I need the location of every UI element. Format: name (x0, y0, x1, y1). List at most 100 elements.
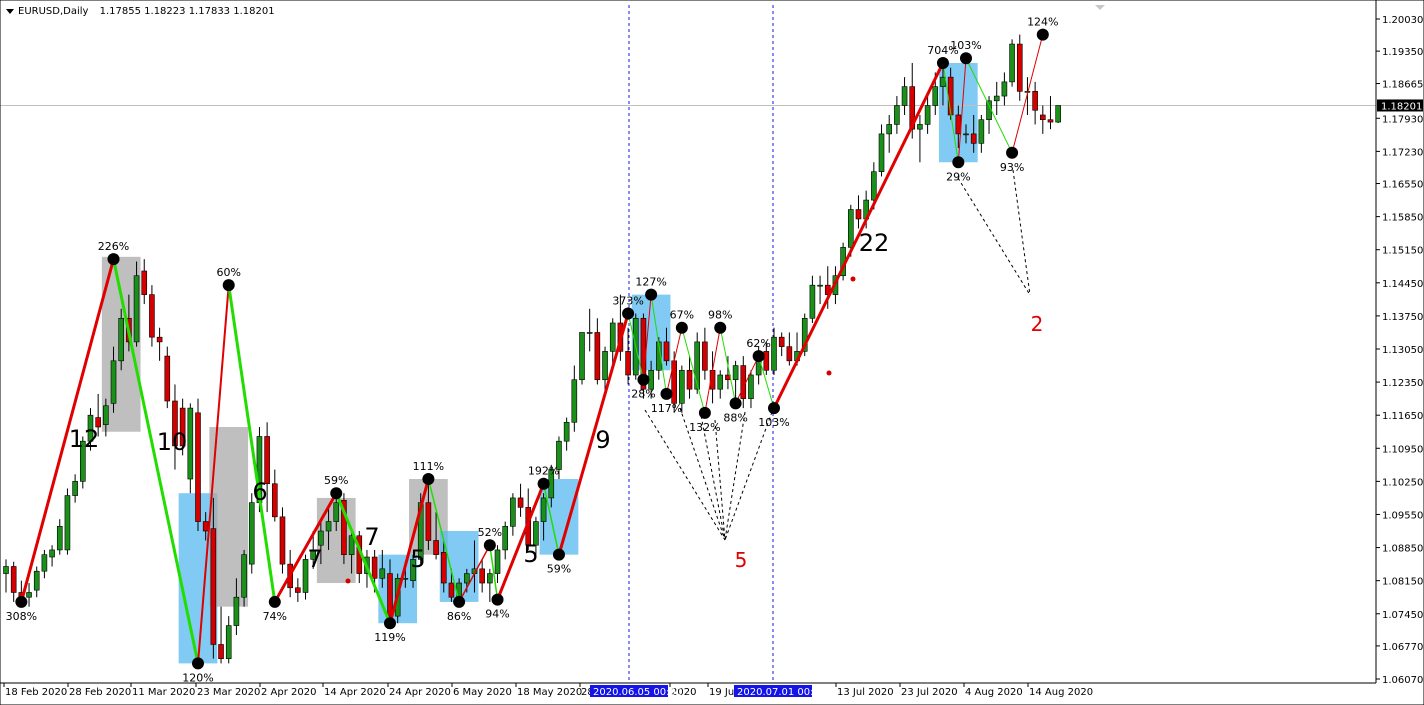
y-tick-label: 1.06770 (1382, 642, 1423, 653)
candle-body (26, 592, 32, 598)
pivot-label: 117% (651, 402, 682, 415)
candle-body (49, 549, 55, 558)
pivot-label: 67% (670, 309, 694, 322)
y-tick-label: 1.12350 (1382, 378, 1423, 389)
pivot-label: 86% (447, 610, 471, 623)
candle-body (1016, 43, 1023, 92)
y-tick-label: 1.08850 (1382, 544, 1423, 555)
candle-body (479, 568, 485, 584)
y-tick-label: 1.15150 (1382, 246, 1423, 257)
x-tick-label: 11 Mar 2020 (132, 687, 195, 698)
candle-body (963, 133, 969, 136)
candle-body (748, 374, 754, 399)
pivot-marker (483, 539, 496, 552)
candle-body (64, 495, 71, 551)
candle-body (348, 535, 355, 555)
y-tick-label: 1.11650 (1382, 411, 1423, 422)
y-tick-label: 1.13750 (1382, 312, 1423, 323)
pivot-marker (660, 387, 673, 400)
wave-count: 6 (252, 478, 267, 506)
pivot-marker (552, 548, 565, 561)
wave-count: 12 (69, 425, 100, 453)
candle-body (871, 171, 877, 201)
annotation-number: 2 (1031, 312, 1044, 336)
candle-body (717, 374, 724, 390)
candle-body (924, 105, 931, 125)
candle-body (210, 528, 217, 645)
candle-body (602, 351, 608, 381)
x-tick-label: 2 Apr 2020 (261, 687, 316, 698)
pivot-marker (936, 56, 949, 69)
candle-body (1055, 105, 1061, 123)
candle-body (786, 346, 793, 362)
pivot-marker (268, 595, 281, 608)
candle-body (133, 275, 140, 343)
candle-body (940, 76, 946, 87)
pivot-marker (768, 402, 780, 415)
candle-body (1032, 91, 1038, 111)
candle-body (156, 336, 163, 343)
pivot-marker (222, 279, 235, 292)
candle-body (540, 497, 547, 522)
candle-body (1001, 81, 1008, 97)
candle-body (218, 644, 224, 659)
pivot-label: 59% (547, 563, 571, 576)
wave-count: 7 (307, 545, 322, 573)
candle-body (817, 284, 823, 287)
candle-body (463, 573, 470, 584)
x-tick-label: 23 Mar 2020 (197, 687, 260, 698)
chevron-down-icon[interactable] (6, 8, 14, 14)
candle-body (10, 566, 17, 593)
pivot-marker (1036, 28, 1049, 41)
candle-body (563, 421, 570, 442)
pivot-marker (675, 321, 688, 334)
y-tick-label: 1.19350 (1382, 47, 1423, 58)
candle-body (402, 577, 409, 580)
candle-body (387, 573, 393, 617)
x-tick-label: 23 Jul 2020 (901, 687, 958, 698)
pivot-marker (453, 595, 466, 608)
wave-count: 10 (157, 428, 188, 456)
symbol-header[interactable]: EURUSD,Daily 1.17855 1.18223 1.17833 1.1… (6, 6, 275, 17)
x-tick-label: 18 Feb 2020 (5, 687, 67, 698)
current-price-label: 1.18201 (1381, 101, 1422, 112)
candle-body (264, 436, 270, 485)
candle-body (56, 525, 63, 551)
signal-dot (826, 370, 832, 376)
candle-body (225, 625, 232, 659)
pivot-label: 192% (528, 465, 559, 478)
candle-body (164, 355, 171, 402)
candle-body (517, 497, 524, 508)
candle-body (195, 412, 201, 522)
candle-body (947, 76, 954, 116)
pivot-label: 29% (946, 170, 970, 183)
annotation-number: 5 (735, 548, 748, 572)
x-tick-label: 24 Apr 2020 (389, 687, 451, 698)
candle-body (679, 369, 685, 404)
wave-count: 5 (523, 540, 538, 568)
y-tick-label: 1.10250 (1382, 477, 1423, 488)
candle-body (978, 119, 985, 144)
pivot-label: 120% (182, 671, 213, 684)
candle-body (579, 332, 585, 381)
candle-body (809, 284, 816, 319)
pivot-label: 93% (1000, 161, 1024, 174)
pivot-label: 308% (6, 610, 37, 623)
candle-body (894, 105, 900, 125)
wave-count: 9 (595, 426, 610, 454)
pivot-label: 94% (485, 608, 509, 621)
x-tick-label: 14 Apr 2020 (324, 687, 386, 698)
x-tick-label: 18 May 2020 (517, 687, 582, 698)
x-tick-label: 28 Feb 2020 (69, 687, 131, 698)
y-tick-label: 1.09550 (1382, 510, 1423, 521)
pivot-marker (622, 307, 635, 320)
price-chart[interactable]: 308% 226% 120% 60% 74% 59% 119% 111% 86% 52% 94% 19… (0, 0, 1424, 705)
pivot-label: 74% (263, 610, 287, 623)
pivot-label: 226% (98, 240, 129, 253)
pivot-marker (192, 657, 204, 670)
candle-body (487, 573, 493, 584)
pivot-label: 373% (612, 295, 643, 308)
y-tick-label: 1.14450 (1382, 279, 1423, 290)
y-tick-label: 1.13050 (1382, 345, 1423, 356)
candle-body (279, 516, 286, 565)
